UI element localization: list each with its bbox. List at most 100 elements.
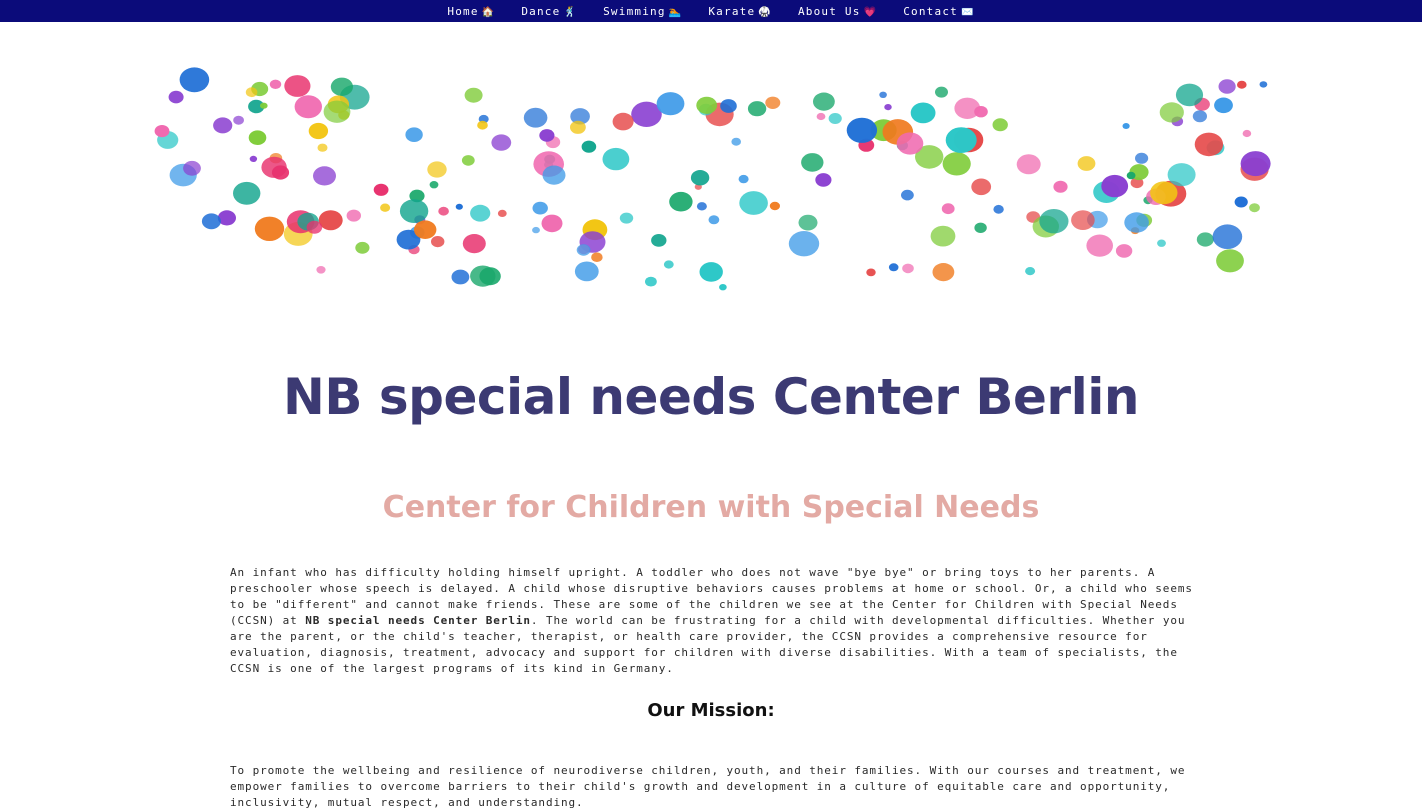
confetti-dot (1196, 232, 1214, 247)
confetti-dot (464, 87, 483, 103)
confetti-dot (233, 115, 244, 125)
confetti-dot (254, 216, 285, 241)
confetti-dot (316, 266, 326, 274)
confetti-dot (183, 160, 201, 176)
intro-bold-name: NB special needs Center Berlin (305, 614, 531, 627)
swimmer-icon: 🏊 (668, 6, 683, 18)
confetti-dot (1124, 212, 1149, 233)
confetti-dot (168, 90, 184, 104)
confetti-dot (154, 125, 170, 138)
dots-illustration (154, 67, 1271, 291)
envelope-icon: ✉️ (960, 6, 975, 18)
confetti-dot (245, 87, 258, 98)
dancer-icon: 🕺 (563, 6, 578, 18)
mission-heading: Our Mission: (647, 700, 775, 721)
confetti-dot (438, 206, 449, 216)
confetti-dot (747, 101, 767, 117)
confetti-dot (720, 99, 737, 113)
confetti-dot (470, 204, 491, 222)
confetti-dot (318, 210, 343, 231)
confetti-dot (663, 260, 674, 269)
confetti-dot (284, 75, 311, 97)
confetti-dot (971, 178, 992, 196)
nav-home-link[interactable]: Home 🏠 (445, 5, 497, 18)
confetti-dot (696, 202, 707, 211)
confetti-dot (248, 130, 267, 145)
confetti-dot (532, 226, 540, 234)
confetti-dot (542, 165, 566, 185)
confetti-dot (738, 174, 749, 184)
house-icon: 🏠 (481, 6, 496, 18)
confetti-dot (1192, 110, 1207, 123)
confetti-dot (941, 203, 955, 215)
confetti-dot (373, 183, 389, 196)
confetti-dot (1214, 97, 1233, 114)
confetti-dot (645, 276, 657, 287)
confetti-dot (497, 209, 507, 217)
confetti-dot (294, 95, 322, 119)
confetti-dot (233, 181, 261, 205)
confetti-dot (1167, 163, 1196, 187)
confetti-dot (1016, 154, 1041, 175)
confetti-dot (1242, 129, 1252, 138)
confetti-dot (330, 77, 353, 96)
confetti-dot (541, 214, 563, 233)
confetti-dot (1249, 203, 1260, 213)
confetti-dot (1039, 209, 1069, 234)
confetti-dot (815, 173, 832, 187)
confetti-dot (313, 166, 336, 186)
confetti-dot (992, 118, 1008, 132)
nav-about-link[interactable]: About Us 💗 (796, 5, 879, 18)
martial-arts-icon: 🥋 (758, 6, 772, 18)
nav-swimming-link[interactable]: Swimming 🏊 (601, 5, 684, 18)
confetti-dot (1150, 181, 1178, 205)
confetti-dot (1237, 80, 1247, 89)
confetti-dot (846, 117, 878, 143)
confetti-dot (1101, 174, 1129, 198)
confetti-dot (399, 199, 429, 224)
confetti-dot (690, 170, 710, 186)
confetti-dot (539, 129, 555, 142)
confetti-dot (651, 234, 667, 247)
confetti-dot (888, 263, 899, 272)
confetti-dot (910, 102, 936, 124)
confetti-dot (261, 156, 287, 178)
nav-contact-link[interactable]: Contact ✉️ (901, 5, 976, 18)
confetti-dot (461, 155, 475, 166)
nav-karate-link[interactable]: Karate 🥋 (706, 5, 774, 18)
heart-icon: 💗 (863, 6, 878, 18)
confetti-dot (1025, 267, 1036, 276)
confetti-dot (828, 113, 842, 124)
confetti-dot (306, 220, 323, 234)
confetti-dot (1071, 210, 1095, 231)
confetti-dot (656, 92, 685, 116)
confetti-dot (1077, 156, 1096, 171)
confetti-dot (788, 231, 820, 257)
confetti-dot (696, 96, 718, 114)
confetti-dot (954, 97, 981, 120)
confetti-dot (699, 262, 723, 282)
confetti-dot (576, 244, 591, 256)
confetti-dot (429, 181, 439, 189)
confetti-dot (602, 147, 630, 171)
confetti-dot (1086, 234, 1113, 257)
page-title: NB special needs Center Berlin (283, 368, 1139, 426)
nav-dance-link[interactable]: Dance 🕺 (519, 5, 579, 18)
confetti-dot (581, 140, 597, 153)
confetti-dot (1212, 224, 1243, 249)
confetti-dot (1194, 132, 1224, 157)
confetti-dot (477, 120, 488, 130)
confetti-dot (201, 213, 221, 230)
confetti-dot (1115, 244, 1133, 258)
confetti-dot (866, 268, 876, 277)
confetti-dot (1234, 196, 1248, 208)
confetti-dot (213, 117, 233, 134)
confetti-dot (993, 204, 1004, 214)
confetti-dot (932, 263, 955, 282)
confetti-dot (405, 127, 423, 142)
confetti-dot (902, 263, 914, 274)
confetti-dot (1259, 81, 1268, 88)
confetti-dot (942, 152, 971, 176)
confetti-dot (346, 209, 361, 222)
confetti-dot (1240, 151, 1271, 177)
